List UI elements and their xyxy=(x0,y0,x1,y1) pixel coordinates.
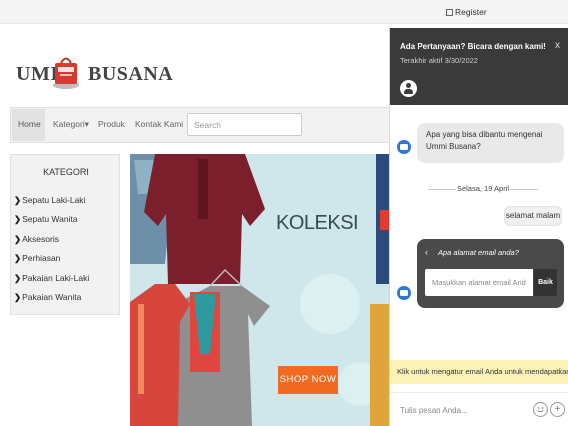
sidebar-item-label: Aksesoris xyxy=(22,234,59,244)
sidebar-item-aksesoris[interactable]: ❯Aksesoris xyxy=(14,234,59,245)
category-sidebar: KATEGORI ❯Sepatu Laki-Laki ❯Sepatu Wanit… xyxy=(10,154,120,315)
sidebar-item-label: Pakaian Laki-Laki xyxy=(22,273,90,283)
bot-chat-icon xyxy=(397,286,411,300)
plus-icon[interactable]: + xyxy=(550,402,565,417)
sidebar-item-label: Sepatu Laki-Laki xyxy=(22,195,86,205)
sidebar-item-label: Pakaian Wanita xyxy=(22,292,82,302)
chat-last-active: Terakhir aktif 3/30/2022 xyxy=(400,56,478,65)
user-message-bubble: selamat malam xyxy=(504,206,562,226)
chat-header: Ada Pertanyaan? Bicara dengan kami! Tera… xyxy=(390,28,568,105)
hero-banner[interactable]: KOLEKSI SHOP NOW xyxy=(130,154,395,426)
edit-icon xyxy=(446,9,453,16)
bot-message-bubble: Apa yang bisa dibantu mengenai Ummi Busa… xyxy=(417,123,564,163)
email-field[interactable] xyxy=(425,269,533,296)
chevron-right-icon: ❯ xyxy=(14,195,22,205)
sidebar-item-sepatu-wanita[interactable]: ❯Sepatu Wanita xyxy=(14,214,78,225)
sidebar-item-sepatu-laki-laki[interactable]: ❯Sepatu Laki-Laki xyxy=(14,195,85,206)
chevron-right-icon: ❯ xyxy=(14,214,22,224)
chevron-right-icon: ❯ xyxy=(14,253,22,263)
banner-clothes-image xyxy=(130,154,395,426)
sidebar-item-label: Perhiasan xyxy=(22,253,61,263)
logo-text-right[interactable]: BUSANA xyxy=(88,63,173,86)
chat-message-input[interactable] xyxy=(396,399,516,421)
date-divider: Selasa, 19 April xyxy=(428,184,538,194)
main-nav: Home Kategori▾ Produk Kontak Kami xyxy=(10,107,395,143)
banner-heading: KOLEKSI xyxy=(276,212,359,234)
shopping-bag-logo-icon[interactable] xyxy=(52,54,80,90)
sidebar-item-pakaian-wanita[interactable]: ❯Pakaian Wanita xyxy=(14,292,81,303)
shop-now-button[interactable]: SHOP NOW xyxy=(278,366,338,394)
sidebar-item-pakaian-laki-laki[interactable]: ❯Pakaian Laki-Laki xyxy=(14,273,89,284)
close-icon[interactable]: x xyxy=(555,40,560,51)
register-label: Register xyxy=(455,7,487,17)
nav-home[interactable]: Home xyxy=(12,109,45,141)
nav-produk[interactable]: Produk xyxy=(98,119,125,129)
nav-kategori[interactable]: Kategori▾ xyxy=(53,119,89,130)
emoji-icon[interactable] xyxy=(533,402,548,417)
sidebar-title: KATEGORI xyxy=(43,167,89,177)
chat-composer: + xyxy=(390,392,568,426)
sidebar-item-perhiasan[interactable]: ❯Perhiasan xyxy=(14,253,60,264)
back-chevron-icon[interactable]: ‹ xyxy=(425,247,428,257)
top-bar: Register xyxy=(0,0,568,24)
email-prompt-card: ‹ Apa alamat email anda? Baik xyxy=(417,239,564,308)
chat-widget: Ada Pertanyaan? Bicara dengan kami! Tera… xyxy=(389,28,568,426)
search-input[interactable] xyxy=(187,113,302,136)
bot-chat-icon xyxy=(397,140,411,154)
nav-kontak-kami[interactable]: Kontak Kami xyxy=(135,119,183,129)
nav-home-label: Home xyxy=(18,119,41,129)
chevron-right-icon: ❯ xyxy=(14,234,22,244)
register-link[interactable]: Register xyxy=(446,7,487,17)
user-avatar-icon xyxy=(400,80,417,97)
chevron-right-icon: ❯ xyxy=(14,273,22,283)
email-question: Apa alamat email anda? xyxy=(438,248,519,257)
email-notice-banner[interactable]: Klik untuk mengatur email Anda untuk men… xyxy=(390,360,568,384)
email-notice-text: Klik untuk mengatur email Anda untuk men… xyxy=(397,367,568,376)
chevron-right-icon: ❯ xyxy=(14,292,22,302)
sidebar-item-label: Sepatu Wanita xyxy=(22,214,78,224)
chat-title: Ada Pertanyaan? Bicara dengan kami! xyxy=(400,42,546,51)
email-submit-button[interactable]: Baik xyxy=(534,269,557,296)
